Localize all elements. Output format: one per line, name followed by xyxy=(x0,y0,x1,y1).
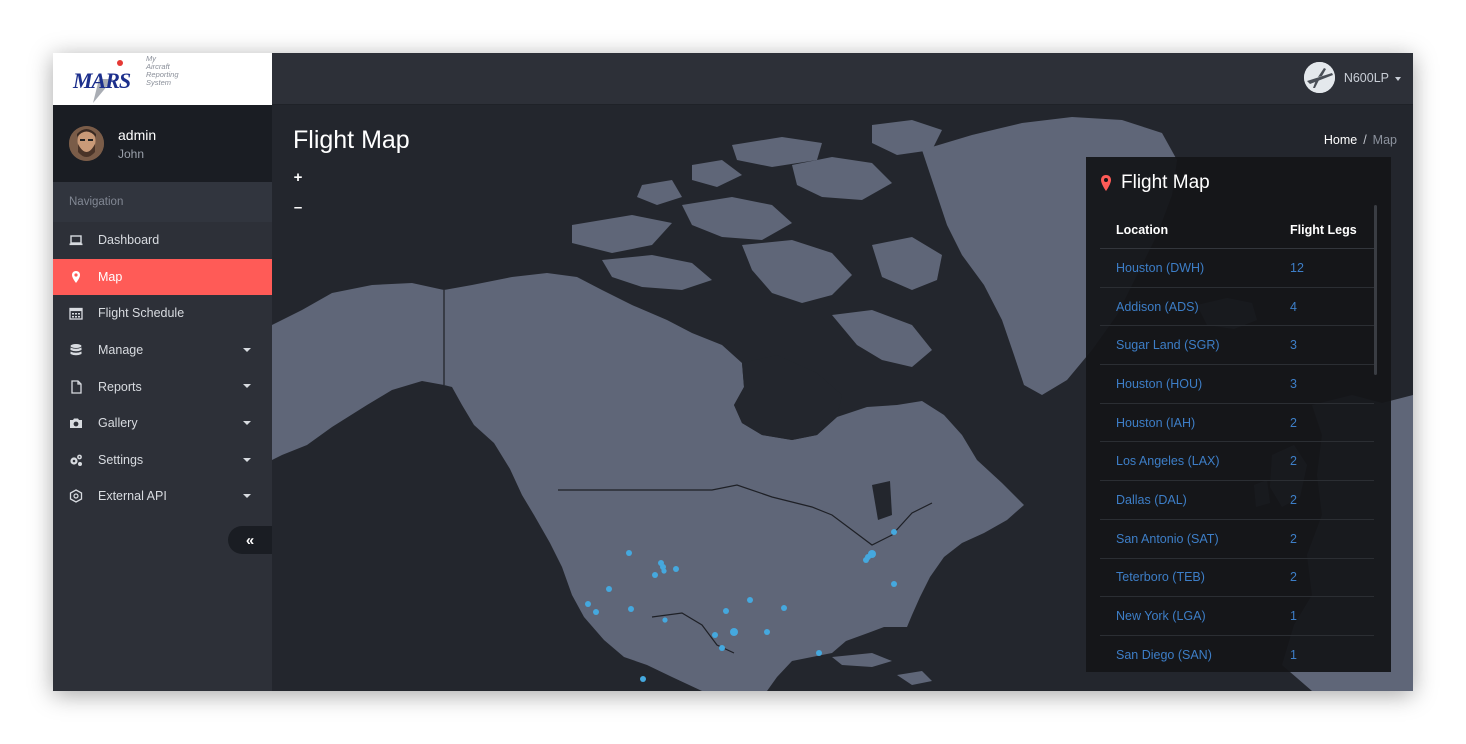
table-row[interactable]: Houston (IAH) 2 xyxy=(1100,404,1374,443)
app-window: MARS My Aircraft Reporting System admin xyxy=(53,53,1413,691)
sidebar-item-label: Flight Schedule xyxy=(98,306,185,321)
zoom-out-button[interactable]: – xyxy=(287,196,309,218)
sidebar-collapse-button[interactable]: « xyxy=(228,526,272,554)
table-row[interactable]: Houston (HOU) 3 xyxy=(1100,365,1374,404)
sidebar-item-label: Manage xyxy=(98,343,144,358)
nav-header: Navigation xyxy=(53,182,272,222)
sidebar-item-label: Map xyxy=(98,269,123,284)
api-icon xyxy=(69,489,83,504)
sidebar-item-label: Dashboard xyxy=(98,233,160,248)
location-link[interactable]: Teterboro (TEB) xyxy=(1100,570,1274,584)
aircraft-avatar[interactable] xyxy=(1304,62,1335,93)
chevron-down-icon xyxy=(243,457,251,462)
zoom-in-button[interactable]: + xyxy=(287,166,309,188)
avatar xyxy=(69,126,104,161)
table-row[interactable]: Sugar Land (SGR) 3 xyxy=(1100,326,1374,366)
flight-legs-count: 2 xyxy=(1290,415,1297,430)
flight-legs-count: 3 xyxy=(1290,338,1297,353)
logo[interactable]: MARS My Aircraft Reporting System xyxy=(53,53,272,105)
sidebar-item-manage[interactable]: Manage xyxy=(53,332,272,369)
database-icon xyxy=(69,343,83,357)
table-row[interactable]: San Antonio (SAT) 2 xyxy=(1100,520,1374,559)
flight-legs-count: 2 xyxy=(1290,454,1297,469)
location-link[interactable]: San Diego (SAN) xyxy=(1100,648,1274,662)
sidebar-item-label: Settings xyxy=(98,452,144,467)
page-title: Flight Map xyxy=(293,126,410,154)
table-row[interactable]: New York (LGA) 1 xyxy=(1100,597,1374,636)
location-link[interactable]: Houston (HOU) xyxy=(1100,377,1274,391)
flight-legs-count: 4 xyxy=(1290,299,1297,314)
panel-title: Flight Map xyxy=(1121,172,1210,193)
sidebar: MARS My Aircraft Reporting System admin xyxy=(53,53,272,691)
profile-name: admin xyxy=(118,127,157,143)
flight-map-panel: Flight Map Location Flight Legs Houston … xyxy=(1086,157,1391,672)
gears-icon xyxy=(69,453,83,467)
column-header-flight-legs[interactable]: Flight Legs xyxy=(1274,223,1374,237)
sidebar-item-label: External API xyxy=(98,489,167,504)
sidebar-item-label: Reports xyxy=(98,379,142,394)
column-header-location[interactable]: Location xyxy=(1100,223,1274,237)
flight-legs-count: 1 xyxy=(1290,609,1297,624)
sidebar-item-settings[interactable]: Settings xyxy=(53,442,272,479)
logo-tagline: My Aircraft Reporting System xyxy=(146,54,179,87)
map-content: Flight Map Home / Map + – Flight Map Locat… xyxy=(272,105,1413,691)
chevron-down-icon xyxy=(243,347,251,352)
flight-legs-count: 3 xyxy=(1290,376,1297,391)
sidebar-item-flight-schedule[interactable]: Flight Schedule xyxy=(53,295,272,332)
file-icon xyxy=(69,380,83,394)
laptop-icon xyxy=(69,233,83,247)
breadcrumb-home[interactable]: Home xyxy=(1324,133,1357,147)
table-row[interactable]: San Diego (SAN) 1 xyxy=(1100,636,1374,672)
table-row[interactable]: Houston (DWH) 12 xyxy=(1100,249,1374,288)
breadcrumb-current: Map xyxy=(1372,133,1397,147)
top-navbar: N600LP xyxy=(272,53,1413,105)
camera-icon xyxy=(69,416,83,430)
flight-legs-count: 2 xyxy=(1290,492,1297,507)
location-link[interactable]: Dallas (DAL) xyxy=(1100,493,1274,507)
chevron-down-icon[interactable] xyxy=(1395,77,1401,81)
panel-scrollbar[interactable] xyxy=(1374,205,1377,375)
flight-legs-table: Location Flight Legs Houston (DWH) 12 Addi… xyxy=(1100,211,1374,672)
map-marker-icon xyxy=(1101,175,1111,191)
location-link[interactable]: New York (LGA) xyxy=(1100,609,1274,623)
profile-subtitle: John xyxy=(118,147,145,161)
table-row[interactable]: Los Angeles (LAX) 2 xyxy=(1100,442,1374,482)
chevron-down-icon xyxy=(243,420,251,425)
location-link[interactable]: Los Angeles (LAX) xyxy=(1100,454,1274,468)
chevron-down-icon xyxy=(243,494,251,499)
location-link[interactable]: Sugar Land (SGR) xyxy=(1100,338,1274,352)
location-link[interactable]: Houston (DWH) xyxy=(1100,261,1274,275)
location-link[interactable]: Addison (ADS) xyxy=(1100,300,1274,314)
table-row[interactable]: Addison (ADS) 4 xyxy=(1100,288,1374,327)
table-row[interactable]: Teterboro (TEB) 2 xyxy=(1100,559,1374,598)
breadcrumb-separator: / xyxy=(1363,133,1367,147)
location-link[interactable]: Houston (IAH) xyxy=(1100,416,1274,430)
sidebar-item-gallery[interactable]: Gallery xyxy=(53,405,272,442)
sidebar-item-label: Gallery xyxy=(98,416,138,431)
table-row[interactable]: Dallas (DAL) 2 xyxy=(1100,481,1374,520)
table-header: Location Flight Legs xyxy=(1100,211,1374,249)
logo-text: MARS xyxy=(73,68,131,93)
sidebar-item-reports[interactable]: Reports xyxy=(53,368,272,405)
sidebar-item-dashboard[interactable]: Dashboard xyxy=(53,222,272,259)
flight-legs-count: 1 xyxy=(1290,647,1297,662)
calendar-icon xyxy=(69,306,83,321)
sidebar-nav: Dashboard Map Flight Schedule Manage Rep… xyxy=(53,222,272,515)
chevron-down-icon xyxy=(243,384,251,389)
location-link[interactable]: San Antonio (SAT) xyxy=(1100,532,1274,546)
flight-legs-count: 12 xyxy=(1290,260,1304,275)
panel-header: Flight Map xyxy=(1100,171,1210,195)
user-profile[interactable]: admin John xyxy=(53,105,272,182)
user-menu-label[interactable]: N600LP xyxy=(1344,71,1389,85)
sidebar-item-external-api[interactable]: External API xyxy=(53,478,272,515)
flight-legs-count: 2 xyxy=(1290,531,1297,546)
flight-legs-count: 2 xyxy=(1290,570,1297,585)
breadcrumb: Home / Map xyxy=(1324,133,1397,147)
map-marker-icon xyxy=(69,270,83,284)
sidebar-item-map[interactable]: Map xyxy=(53,258,272,296)
